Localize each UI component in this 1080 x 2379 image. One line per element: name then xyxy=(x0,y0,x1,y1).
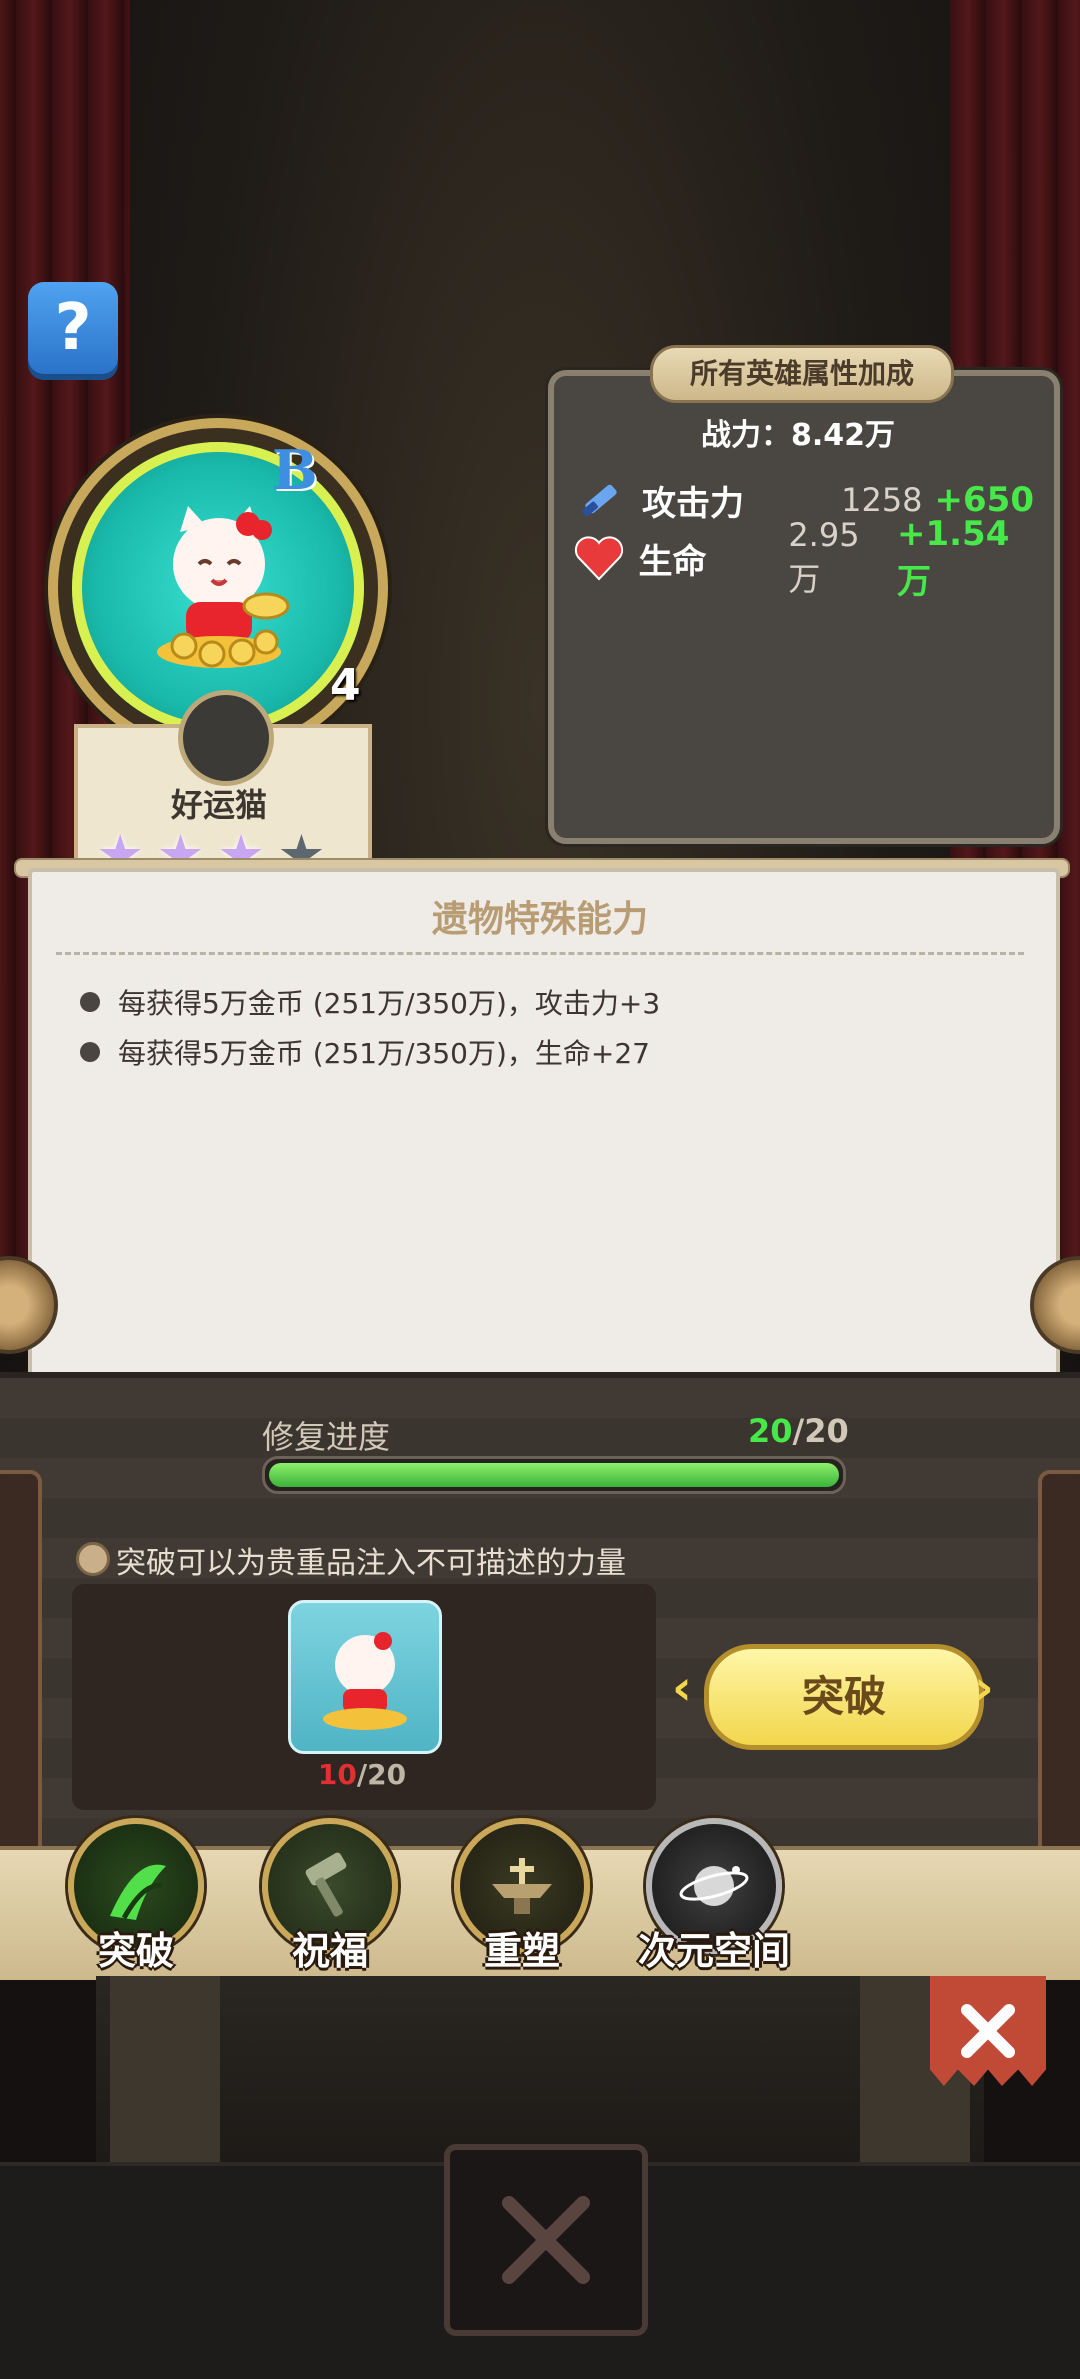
life-label: 生命 xyxy=(638,541,707,582)
material-current: 10 xyxy=(317,1758,357,1791)
lucky-cat-icon xyxy=(157,506,290,668)
close-icon xyxy=(961,2004,1015,2058)
grade-badge: B xyxy=(272,438,318,502)
breakthrough-hint: 突破可以为贵重品注入不可描述的力量 xyxy=(116,1546,626,1581)
ability-item: 每获得5万金币 (251万/350万)，攻击力+3 xyxy=(79,982,660,1022)
close-button[interactable] xyxy=(930,1976,1046,2086)
repair-progress-count: 20/20 xyxy=(748,1412,849,1450)
material-total: /20 xyxy=(356,1758,407,1791)
life-bonus: +1.54万 xyxy=(896,513,1010,602)
hero-level: 4 xyxy=(330,660,361,711)
ability-panel xyxy=(28,868,1060,1381)
info-dot-icon xyxy=(76,1542,110,1576)
ability-divider xyxy=(56,952,1024,955)
heart-icon xyxy=(574,531,625,585)
breakthrough-button[interactable]: 突破 xyxy=(704,1644,984,1750)
stats-panel-title: 所有英雄属性加成 xyxy=(650,345,954,403)
tab-breakthrough-label: 突破 xyxy=(97,1929,174,1973)
life-base: 2.95万 xyxy=(788,516,860,598)
repair-progress-fill xyxy=(269,1463,839,1487)
tab-dimension-label: 次元空间 xyxy=(637,1929,790,1973)
stage-pillar xyxy=(110,1976,220,2162)
sword-icon xyxy=(574,473,628,527)
attack-label: 攻击力 xyxy=(642,483,744,524)
lucky-cat-material-icon[interactable] xyxy=(288,1600,442,1754)
close-icon xyxy=(502,2196,590,2284)
empty-slot[interactable] xyxy=(444,2144,648,2336)
power-value: 战力：8.42万 xyxy=(700,418,896,453)
side-rail-right xyxy=(1038,1470,1080,1868)
material-count: 10/20 xyxy=(288,1758,436,1791)
side-rail-left xyxy=(0,1470,42,1868)
help-button[interactable]: ? xyxy=(28,282,118,374)
repair-total: /20 xyxy=(792,1412,849,1450)
equip-slot[interactable] xyxy=(178,690,274,786)
tab-blessing-label: 祝福 xyxy=(291,1929,368,1973)
ability-title: 遗物特殊能力 xyxy=(431,899,648,940)
hero-name: 好运猫 xyxy=(170,786,267,824)
life-stat-row: 生命 2.95万 +1.54万 xyxy=(574,514,1034,602)
repair-current: 20 xyxy=(748,1412,793,1450)
repair-progress-bar xyxy=(262,1456,846,1494)
chevron-left-icon: ‹ xyxy=(672,1660,692,1716)
chevron-right-icon: › xyxy=(974,1660,994,1716)
lower-stage xyxy=(96,1976,984,2162)
ability-item: 每获得5万金币 (251万/350万)，生命+27 xyxy=(80,1032,650,1072)
repair-progress-label: 修复进度 xyxy=(262,1418,391,1456)
tab-reforge-label: 重塑 xyxy=(483,1929,560,1973)
